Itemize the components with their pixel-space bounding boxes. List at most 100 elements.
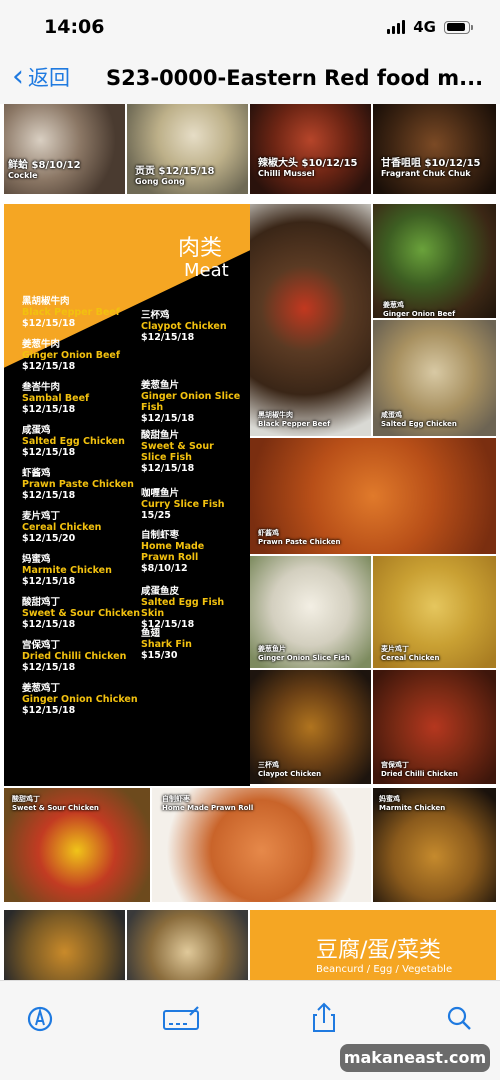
menu-item-name-en: Black Pepper Beef: [22, 307, 120, 318]
menu-item-name-en: Salted Egg Fish Skin: [141, 597, 225, 619]
photo-caption-zh: 咸蛋鸡: [381, 411, 402, 419]
menu-item-price: $12/15/18: [141, 332, 195, 343]
photo-caption-en: Salted Egg Chicken: [381, 420, 457, 428]
status-time: 14:06: [44, 16, 105, 38]
status-indicators: 4G: [387, 18, 473, 36]
status-bar: 14:06 4G: [0, 0, 500, 56]
photo-caption-zh: 甘香咀咀 $10/12/15: [381, 158, 481, 169]
menu-item-name-zh: 咖喱鱼片: [141, 488, 180, 499]
menu-item-name-en: Prawn Paste Chicken: [22, 479, 134, 490]
menu-item: 酸甜鸡丁 Sweet & Sour Chicken $12/15/18: [22, 597, 140, 630]
menu-item-price: $12/15/18: [22, 662, 76, 673]
menu-item-price: $12/15/18: [141, 413, 195, 424]
menu-item: 咸蛋鸡 Salted Egg Chicken $12/15/18: [22, 425, 125, 458]
menu-item: 麦片鸡丁 Cereal Chicken $12/15/20: [22, 511, 101, 544]
navigation-bar: ‹ 返回 S23-0000-Eastern Red food m...: [0, 56, 500, 104]
menu-item-name-zh: 黑胡椒牛肉: [22, 296, 70, 307]
photo-gong-gong: 贡贡 $12/15/18 Gong Gong: [127, 104, 248, 194]
photo-caption-en: Home Made Prawn Roll: [162, 804, 254, 812]
menu-item-name-zh: 咸蛋鱼皮: [141, 586, 180, 597]
menu-item-name-zh: 三杯鸡: [141, 310, 170, 321]
menu-item-name-zh: 虾酱鸡: [22, 468, 51, 479]
next-section-title-en: Beancurd / Egg / Vegetable: [316, 964, 453, 975]
photo-caption-zh: 妈蜜鸡: [379, 795, 400, 803]
photo-caption-zh: 自制虾枣: [162, 795, 190, 803]
menu-item-name-en: Sweet & Sour Chicken: [22, 608, 140, 619]
document-view[interactable]: 鲜蛤 $8/10/12 Cockle 贡贡 $12/15/18 Gong Gon…: [0, 104, 500, 980]
menu-item-price: $12/15/18: [22, 361, 76, 372]
photo-caption-en: Marmite Chicken: [379, 804, 446, 812]
menu-item-name-zh: 姜葱鸡丁: [22, 683, 61, 694]
photo-next-section-2: [127, 910, 248, 980]
menu-item-price: $12/15/18: [22, 490, 76, 501]
menu-item-name-en: Claypot Chicken: [141, 321, 227, 332]
network-type: 4G: [413, 18, 436, 36]
photo-caption-en: Claypot Chicken: [258, 770, 322, 778]
photo-caption-en: Dried Chilli Chicken: [381, 770, 458, 778]
photo-caption-en: Cockle: [8, 171, 38, 180]
photo-caption-en: Prawn Paste Chicken: [258, 538, 341, 546]
menu-item: 鱼翅 Shark Fin $15/30: [141, 628, 241, 661]
photo-cockle: 鲜蛤 $8/10/12 Cockle: [4, 104, 125, 194]
menu-item-name-zh: 姜葱鱼片: [141, 380, 180, 391]
menu-item-name-zh: 宫保鸡丁: [22, 640, 61, 651]
menu-item: 宫保鸡丁 Dried Chilli Chicken $12/15/18: [22, 640, 126, 673]
menu-item-name-en: Curry Slice Fish: [141, 499, 225, 510]
menu-item-name-en: Home Made Prawn Roll: [141, 541, 205, 563]
menu-item-price: $12/15/20: [22, 533, 76, 544]
menu-item-price: $12/15/18: [141, 463, 195, 474]
photo-caption-zh: 鲜蛤 $8/10/12: [8, 160, 81, 171]
menu-item-name-en: Marmite Chicken: [22, 565, 112, 576]
document-title: S23-0000-Eastern Red food m...: [106, 66, 484, 90]
markup-icon[interactable]: [20, 999, 60, 1039]
photo-fragrant-chuk-chuk: 甘香咀咀 $10/12/15 Fragrant Chuk Chuk: [373, 104, 496, 194]
menu-item: 咖喱鱼片 Curry Slice Fish 15/25: [141, 488, 241, 521]
share-icon[interactable]: [304, 999, 344, 1039]
photo-caption-en: Cereal Chicken: [381, 654, 440, 662]
menu-item: 三杯鸡 Claypot Chicken $12/15/18: [141, 310, 241, 343]
menu-item-name-zh: 妈蜜鸡: [22, 554, 51, 565]
photo-caption-zh: 姜葱鱼片: [258, 645, 286, 653]
menu-item-name-en: Sweet & Sour Slice Fish: [141, 441, 214, 463]
photo-home-made-prawn-roll: 自制虾枣 Home Made Prawn Roll: [152, 788, 371, 902]
menu-item-price: $12/15/18: [22, 318, 76, 329]
menu-item-name-zh: 鱼翅: [141, 628, 161, 639]
menu-item-price: 15/25: [141, 510, 171, 521]
photo-caption-zh: 虾酱鸡: [258, 529, 279, 537]
menu-item-name-zh: 酸甜鸡丁: [22, 597, 61, 608]
menu-item-price: $12/15/18: [22, 447, 76, 458]
photo-caption-zh: 黑胡椒牛肉: [258, 411, 293, 419]
menu-item-name-zh: 姜葱牛肉: [22, 339, 61, 350]
menu-item: 咸蛋鱼皮 Salted Egg Fish Skin $12/15/18: [141, 586, 241, 630]
menu-item-price: $12/15/18: [22, 619, 76, 630]
menu-item: 姜葱牛肉 Ginger Onion Beef $12/15/18: [22, 339, 120, 372]
menu-item-name-en: Shark Fin: [141, 639, 192, 650]
photo-caption-zh: 宫保鸡丁: [381, 761, 409, 769]
search-icon[interactable]: [440, 999, 480, 1039]
menu-item-name-en: Salted Egg Chicken: [22, 436, 125, 447]
menu-item-name-zh: 自制虾枣: [141, 530, 180, 541]
menu-item: 自制虾枣 Home Made Prawn Roll $8/10/12: [141, 530, 241, 574]
menu-item-name-zh: 酸甜鱼片: [141, 430, 180, 441]
menu-item-price: $8/10/12: [141, 563, 188, 574]
menu-item-name-en: Ginger Onion Chicken: [22, 694, 138, 705]
menu-item-price: $15/30: [141, 650, 178, 661]
signature-icon[interactable]: [160, 999, 204, 1039]
menu-item: 姜葱鸡丁 Ginger Onion Chicken $12/15/18: [22, 683, 138, 716]
screen: 14:06 4G ‹ 返回 S23-0000-Eastern Red food …: [0, 0, 500, 1080]
back-button[interactable]: ‹ 返回: [12, 62, 70, 92]
photo-caption-zh: 姜葱鸡: [383, 301, 404, 309]
photo-caption-zh: 贡贡 $12/15/18: [135, 166, 215, 177]
menu-item: 妈蜜鸡 Marmite Chicken $12/15/18: [22, 554, 112, 587]
photo-black-pepper-beef: 黑胡椒牛肉 Black Pepper Beef: [250, 204, 371, 436]
menu-item-price: $12/15/18: [22, 576, 76, 587]
menu-item-name-zh: 咸蛋鸡: [22, 425, 51, 436]
signal-icon: [387, 20, 406, 34]
photo-sweet-sour-chicken: 酸甜鸡丁 Sweet & Sour Chicken: [4, 788, 150, 902]
photo-caption-en: Fragrant Chuk Chuk: [381, 169, 471, 178]
next-section-header: 豆腐/蛋/菜类 Beancurd / Egg / Vegetable: [250, 910, 496, 980]
photo-chilli-mussel: 辣椒大头 $10/12/15 Chilli Mussel: [250, 104, 371, 194]
menu-item-name-en: Ginger Onion Beef: [22, 350, 121, 361]
photo-caption-en: Chilli Mussel: [258, 169, 315, 178]
photo-caption-en: Ginger Onion Beef: [383, 310, 456, 318]
